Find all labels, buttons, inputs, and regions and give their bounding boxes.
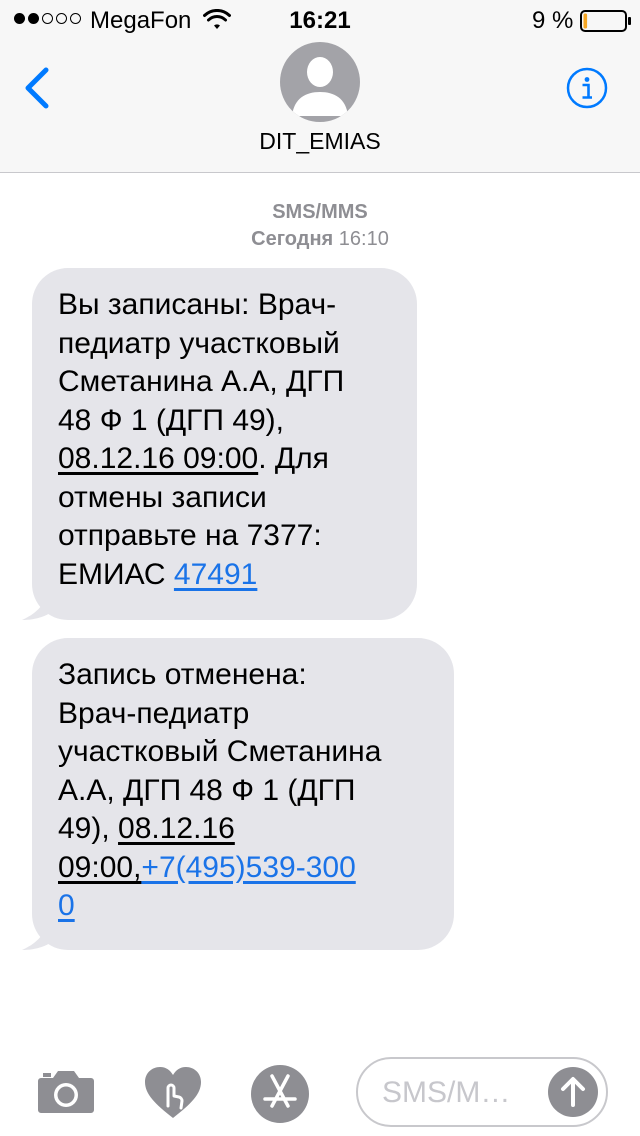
message-bubble[interactable]: Вы записаны: Врач- педиатр участковый См… <box>32 268 417 620</box>
message-line: 09:00,+7(495)539-300 <box>58 849 428 888</box>
phone-link-continued[interactable]: 0 <box>58 889 75 922</box>
message-line: 49), 08.12.16 <box>58 810 428 849</box>
avatar[interactable] <box>280 42 360 122</box>
message-line: Вы записаны: Врач- <box>58 288 337 321</box>
app-store-icon[interactable] <box>250 1064 310 1124</box>
message-line: участковый Сметанина <box>58 735 382 768</box>
code-link[interactable]: 47491 <box>174 558 257 591</box>
message-line: отправьте на 7377: <box>58 519 322 552</box>
message-text: ЕМИАС <box>58 557 174 591</box>
timestamp-day: Сегодня <box>251 228 334 250</box>
message-line: Врач-педиатр <box>58 696 250 730</box>
phone-link[interactable]: +7(495)539-300 <box>141 851 355 884</box>
message-line: 48 Ф 1 (ДГП 49), <box>58 403 285 437</box>
battery-icon <box>580 10 631 32</box>
message-line: 08.12.16 09:00. Для <box>58 440 391 479</box>
battery-percent: 9 % <box>532 7 574 34</box>
arrow-up-icon <box>561 1077 585 1107</box>
message-input[interactable] <box>380 1071 534 1115</box>
digital-touch-heart-icon[interactable] <box>143 1066 203 1120</box>
time-detected[interactable]: 09:00, <box>58 851 141 884</box>
conversation-header: DIT_EMIAS <box>0 40 640 173</box>
person-silhouette-icon <box>292 57 348 116</box>
date-time-detected[interactable]: 08.12.16 09:00 <box>58 442 258 475</box>
timestamp-time: 16:10 <box>338 228 389 250</box>
message-line: Сметанина А.А, ДГП <box>58 365 345 398</box>
message-service-label: SMS/MMS <box>272 201 368 223</box>
message-line: А.А, ДГП 48 Ф 1 (ДГП <box>58 773 356 807</box>
message-line: Запись отменена: <box>58 658 307 691</box>
message-line: ЕМИАС 47491 <box>58 556 391 595</box>
message-line: 0 <box>58 887 428 926</box>
contact-name[interactable]: DIT_EMIAS <box>0 128 640 155</box>
message-line: педиатр участковый <box>58 326 340 360</box>
message-timestamp: Сегодня 16:10 <box>0 228 640 251</box>
message-text: 49), <box>58 812 119 845</box>
message-text: . Для <box>258 442 329 475</box>
date-detected[interactable]: 08.12.16 <box>118 812 235 845</box>
message-compose-field[interactable] <box>356 1057 608 1127</box>
message-line: отмены записи <box>58 480 267 514</box>
chevron-left-icon[interactable] <box>20 66 54 110</box>
message-bubble[interactable]: Запись отменена: Врач-педиатр участковый… <box>32 638 454 950</box>
status-bar: MegaFon 16:21 9 % <box>0 0 640 40</box>
send-button[interactable] <box>548 1067 598 1117</box>
camera-icon[interactable] <box>37 1068 95 1114</box>
info-icon[interactable] <box>566 67 608 109</box>
